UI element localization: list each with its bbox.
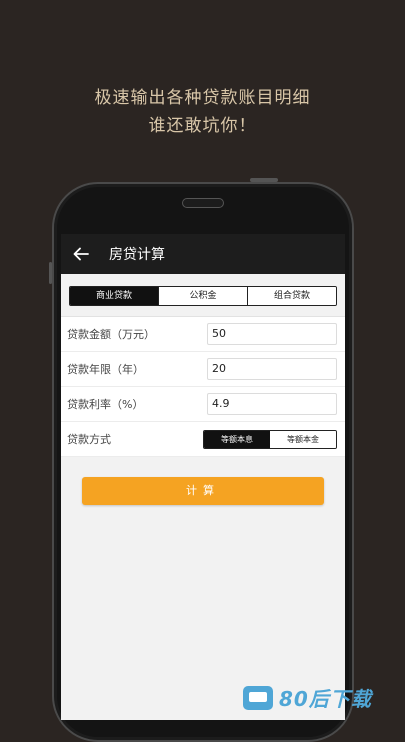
amount-label: 贷款金额（万元） <box>67 328 155 341</box>
promo-headline: 极速输出各种贷款账目明细 <box>94 88 311 108</box>
tab-combined-loan[interactable]: 组合贷款 <box>247 287 336 305</box>
calculate-button[interactable]: 计算 <box>82 477 324 505</box>
loan-type-area: 商业贷款 公积金 组合贷款 <box>61 274 345 316</box>
promo-subline: 谁还敢坑你！ <box>148 116 257 136</box>
watermark-text: 80后下载 <box>279 687 372 711</box>
rate-row: 贷款利率（%） 4.9 <box>61 387 345 422</box>
tab-commercial-loan[interactable]: 商业贷款 <box>70 287 158 305</box>
watermark-logo-icon <box>243 685 273 710</box>
watermark: 80后下载 <box>243 683 372 712</box>
phone-power-button <box>250 178 278 182</box>
loan-form: 贷款金额（万元） 50 贷款年限（年） 20 贷款利率（%） 4.9 贷款方式 … <box>61 316 345 457</box>
years-label: 贷款年限（年） <box>67 363 144 376</box>
tab-provident-fund[interactable]: 公积金 <box>158 287 247 305</box>
app-screen: 房贷计算 商业贷款 公积金 组合贷款 贷款金额（万元） 50 贷款年限（年） 2… <box>61 234 345 720</box>
rate-label: 贷款利率（%） <box>67 398 144 411</box>
equal-installment-option[interactable]: 等额本息 <box>204 430 270 448</box>
back-arrow-icon[interactable] <box>71 244 91 264</box>
equal-principal-option[interactable]: 等额本金 <box>270 430 336 448</box>
phone-speaker <box>182 198 224 208</box>
method-row: 贷款方式 等额本息 等额本金 <box>61 422 345 457</box>
repayment-method-toggle: 等额本息 等额本金 <box>203 429 337 449</box>
phone-volume-button <box>49 262 52 284</box>
years-input[interactable]: 20 <box>207 358 337 380</box>
page-title: 房贷计算 <box>109 247 165 263</box>
app-bar: 房贷计算 <box>61 234 345 274</box>
calculate-area: 计算 <box>61 457 345 720</box>
method-label: 贷款方式 <box>67 433 111 446</box>
amount-row: 贷款金额（万元） 50 <box>61 317 345 352</box>
amount-input[interactable]: 50 <box>207 323 337 345</box>
loan-type-tabs: 商业贷款 公积金 组合贷款 <box>69 286 337 306</box>
years-row: 贷款年限（年） 20 <box>61 352 345 387</box>
rate-input[interactable]: 4.9 <box>207 393 337 415</box>
